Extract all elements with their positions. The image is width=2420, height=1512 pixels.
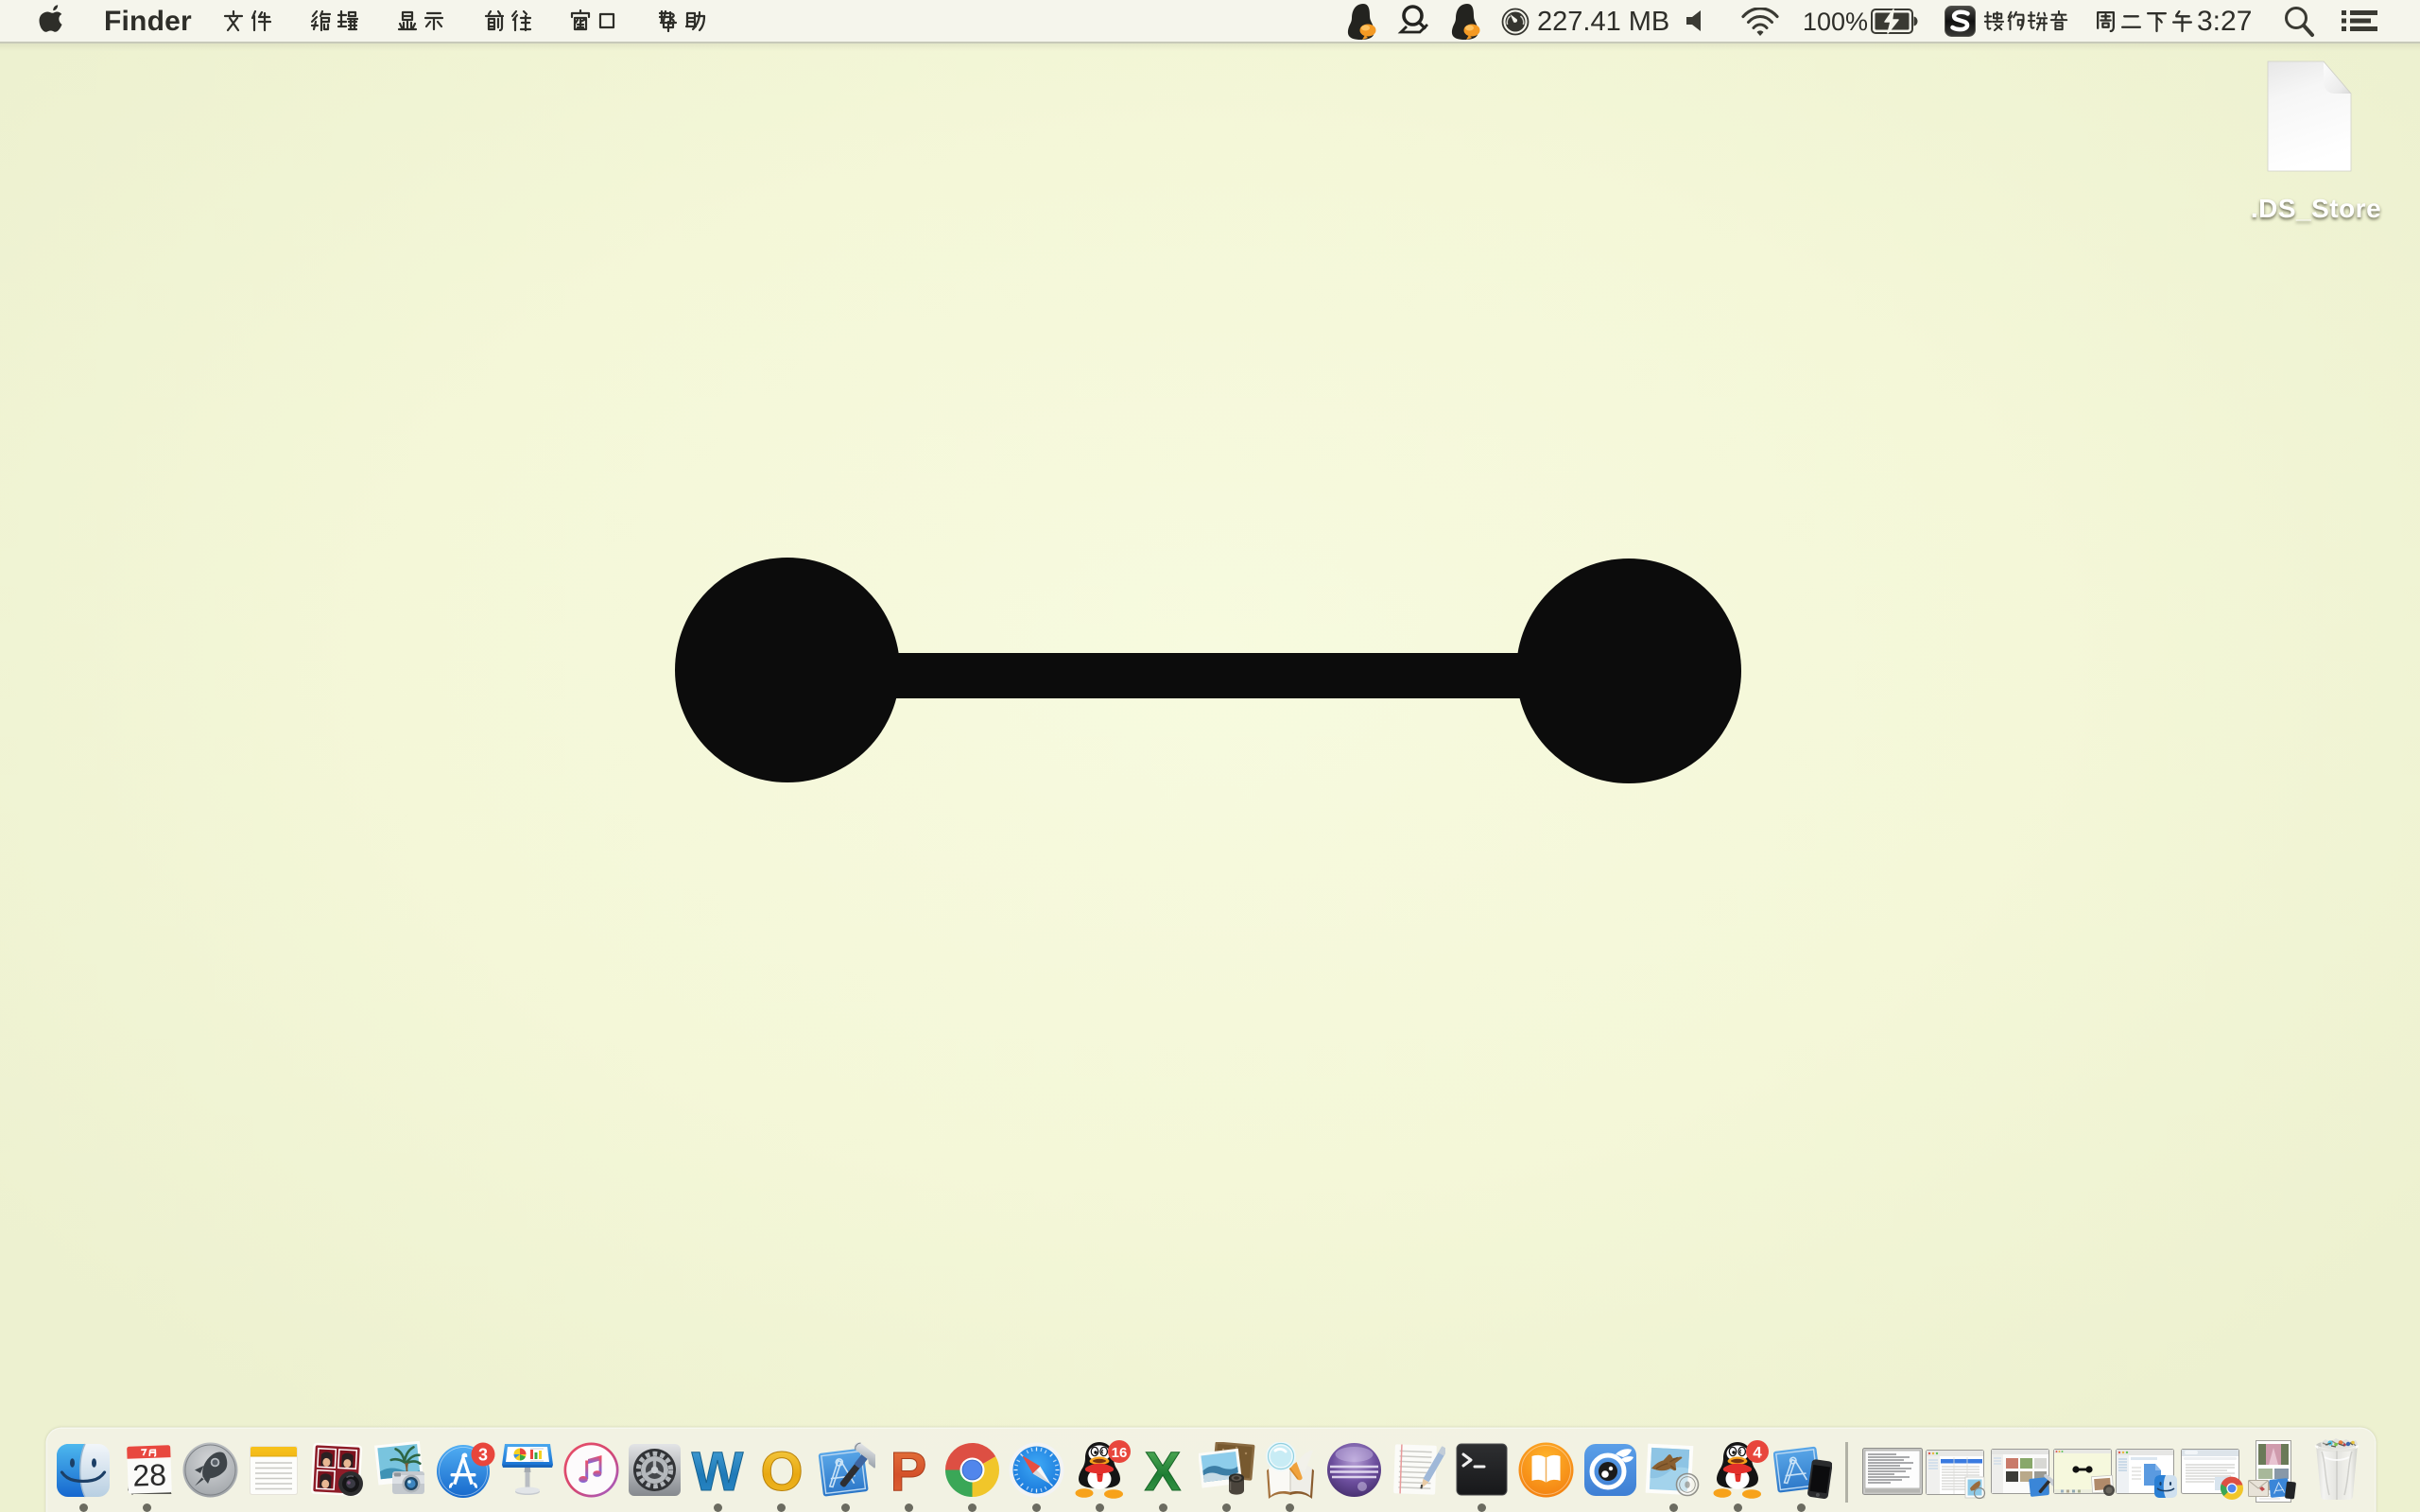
svg-text:X: X	[1145, 1443, 1182, 1498]
svg-text:P: P	[890, 1443, 927, 1498]
svg-text:W: W	[692, 1443, 744, 1498]
svg-text:4: 4	[1753, 1444, 1762, 1462]
svg-text:16: 16	[1112, 1445, 1128, 1461]
svg-text:3: 3	[478, 1446, 488, 1465]
svg-text:28: 28	[132, 1457, 167, 1492]
svg-text:O: O	[760, 1443, 803, 1498]
